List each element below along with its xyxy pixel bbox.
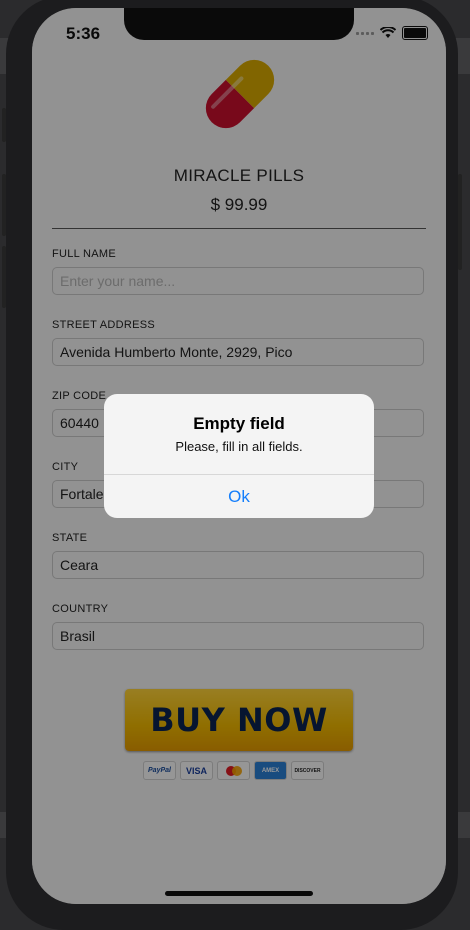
- phone-frame: 5:36 MIRACLE PILLS $ 99.99 FULL NAME Ent…: [2, 0, 462, 930]
- volume-down-button: [2, 246, 6, 308]
- app-screen: 5:36 MIRACLE PILLS $ 99.99 FULL NAME Ent…: [32, 8, 446, 904]
- alert-title: Empty field: [193, 414, 285, 433]
- alert-ok-button[interactable]: Ok: [104, 475, 374, 518]
- mute-switch: [2, 108, 6, 142]
- volume-up-button: [2, 174, 6, 236]
- alert-dialog: Empty field Please, fill in all fields. …: [104, 394, 374, 518]
- alert-message: Please, fill in all fields.: [175, 439, 303, 454]
- power-button: [458, 174, 462, 270]
